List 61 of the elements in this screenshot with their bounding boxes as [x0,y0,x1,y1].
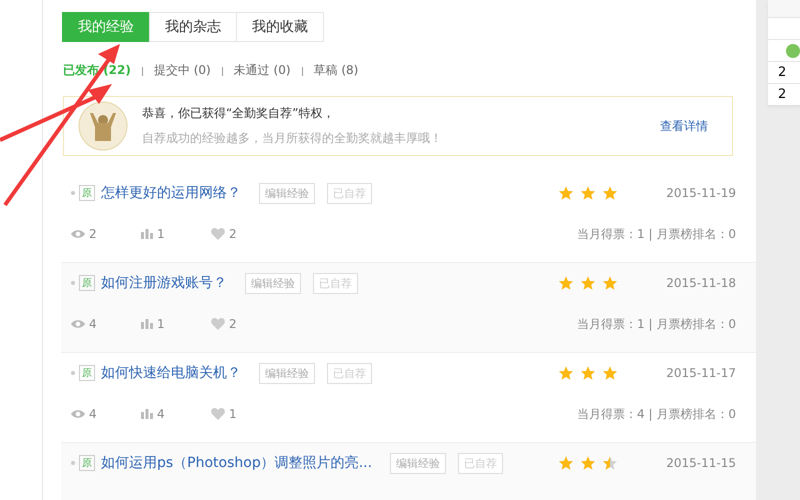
star-icon [602,365,618,381]
original-badge: 原 [79,275,95,291]
like-count: 1 [229,407,237,421]
side-number: 2 [778,87,786,102]
star-icon [580,455,596,471]
original-badge: 原 [79,455,95,471]
article-date: 2015-11-17 [666,366,736,380]
tab[interactable]: 我的收藏 [236,12,324,42]
person-cheering-icon [78,101,128,151]
star-icon [580,275,596,291]
vote-count: 4 [157,407,165,421]
view-count: 4 [89,407,97,421]
eye-icon [71,409,85,419]
side-number: 2 [778,65,786,80]
heart-icon [211,318,225,330]
star-icon [602,455,618,471]
vote-stats: 当月得票：1 | 月票榜排名：0 [577,226,736,242]
banner-subtitle: 自荐成功的经验越多，当月所获得的全勤奖就越丰厚哦！ [142,130,443,147]
star-icon [602,275,618,291]
bar-chart-icon [141,409,153,419]
bullet-icon [71,371,75,375]
bullet-icon [71,281,75,285]
star-icon [558,455,574,471]
vote-stats: 当月得票：1 | 月票榜排名：0 [577,316,736,332]
vote-count: 1 [157,317,165,331]
article-title[interactable]: 怎样更好的运用网络？ [101,184,241,202]
tab[interactable]: 我的杂志 [149,12,237,42]
heart-icon [211,408,225,420]
article-date: 2015-11-19 [666,186,736,200]
original-badge: 原 [79,365,95,381]
bullet-icon [71,461,75,465]
star-icon [580,365,596,381]
article-date: 2015-11-18 [666,276,736,290]
bullet-icon [71,191,75,195]
eye-icon [71,319,85,329]
bar-chart-icon [141,319,153,329]
star-icon [558,365,574,381]
status-dot-icon [786,44,800,58]
article-title[interactable]: 如何运用ps（Photoshop）调整照片的亮... [101,454,372,472]
article-date: 2015-11-15 [666,456,736,470]
banner-title: 恭喜，你已获得“全勤奖自荐”特权， [142,105,336,122]
heart-icon [211,228,225,240]
details-link[interactable]: 查看详情 [660,118,708,134]
view-count: 4 [89,317,97,331]
filter-link[interactable]: 提交中 (0) [154,62,211,79]
article-title[interactable]: 如何快速给电脑关机？ [101,364,241,382]
star-icon [602,185,618,201]
original-badge: 原 [79,185,95,201]
like-count: 2 [229,317,237,331]
star-icon [580,185,596,201]
star-icon [558,275,574,291]
like-count: 2 [229,227,237,241]
filter-link[interactable]: 草稿 (8) [314,62,358,79]
vote-count: 1 [157,227,165,241]
article-title[interactable]: 如何注册游戏账号？ [101,274,227,292]
bar-chart-icon [141,229,153,239]
vote-stats: 当月得票：4 | 月票榜排名：0 [577,406,736,422]
view-count: 2 [89,227,97,241]
eye-icon [71,229,85,239]
star-icon [558,185,574,201]
filter-link[interactable]: 未通过 (0) [234,62,291,79]
